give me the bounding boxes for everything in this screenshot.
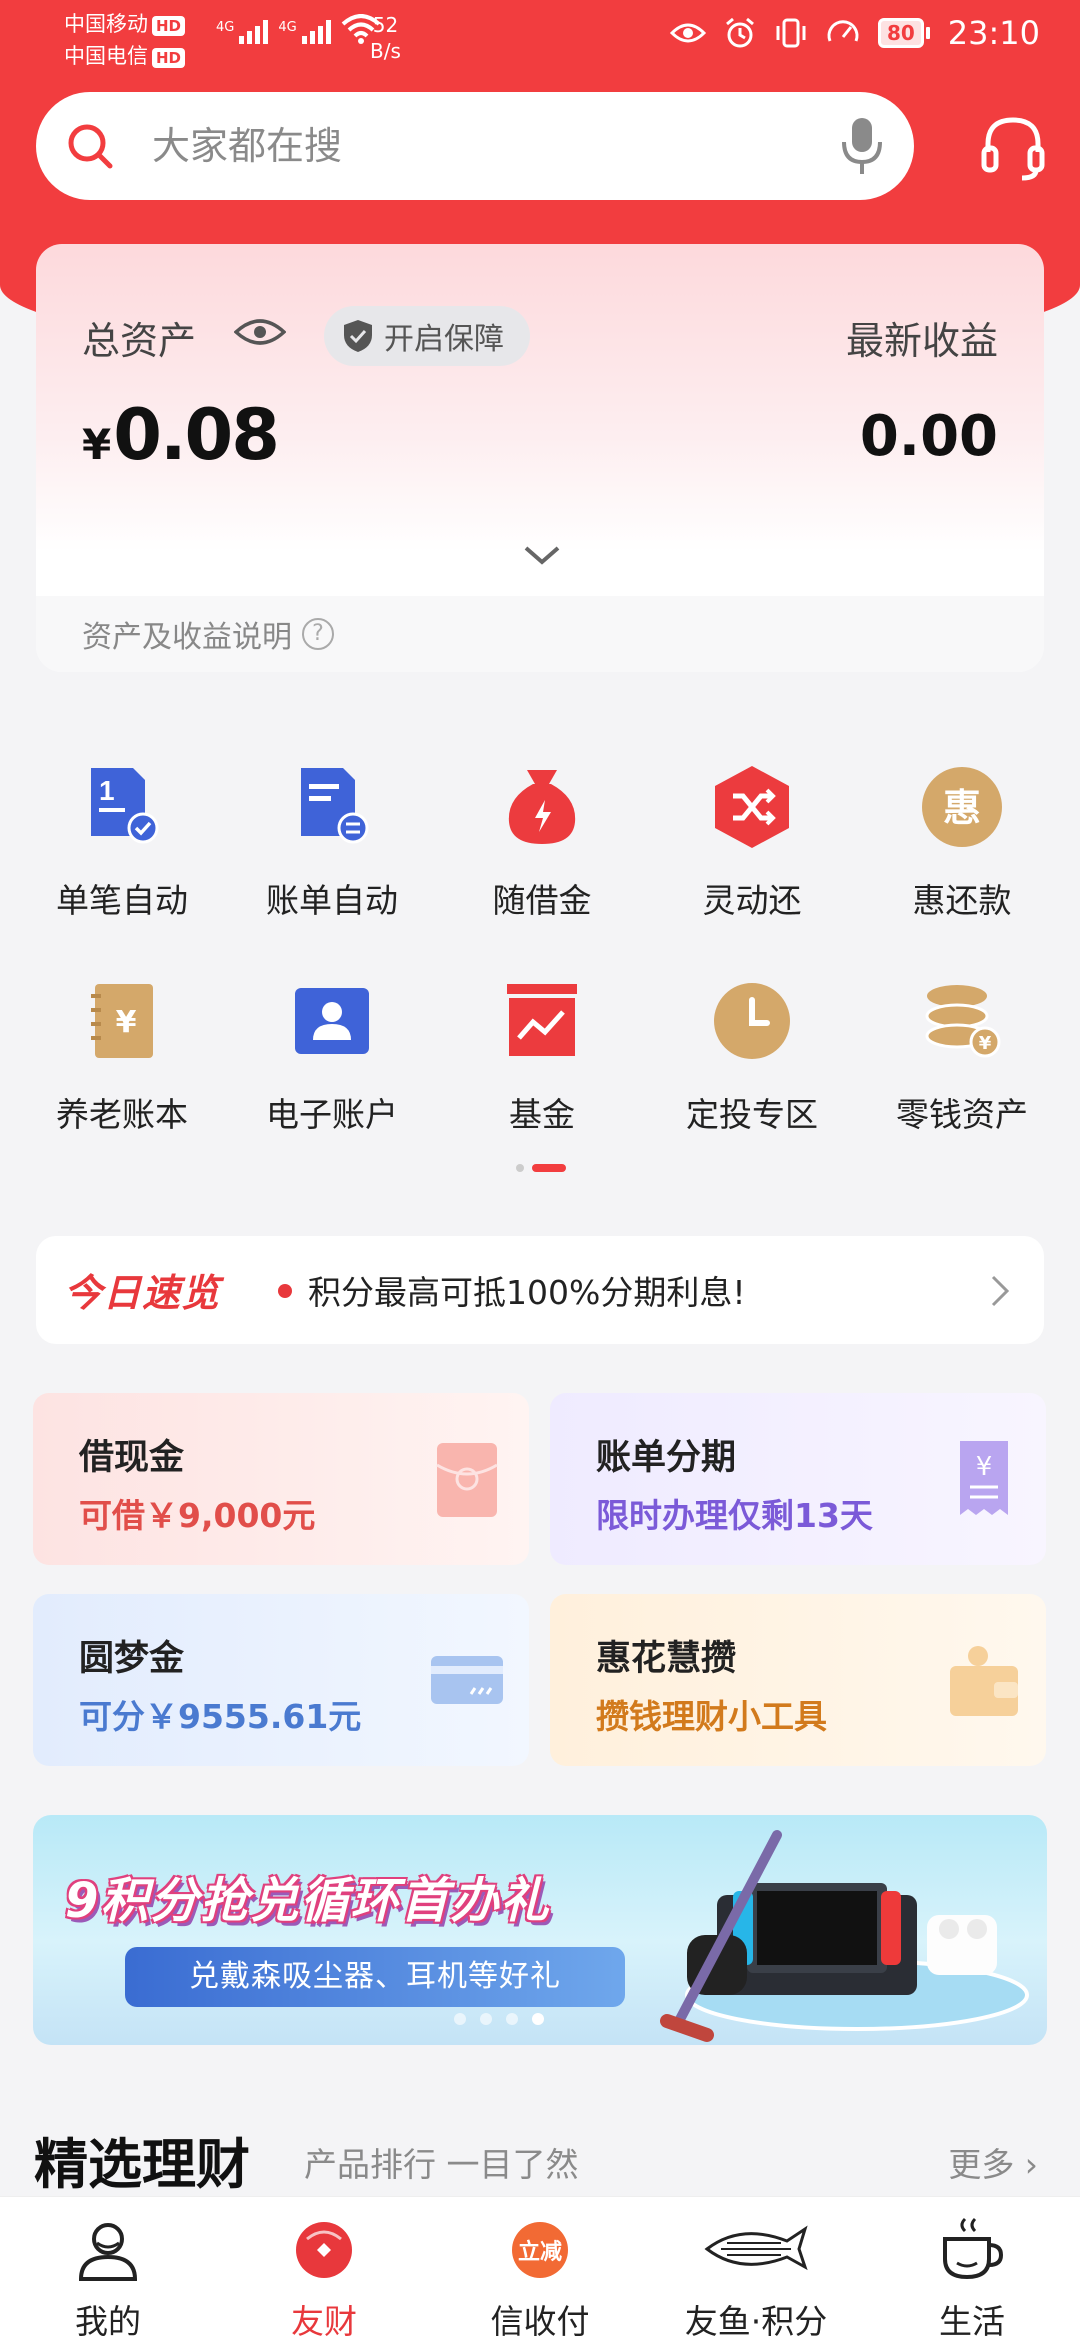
section-subtitle: 产品排行 一目了然 (304, 2145, 579, 2184)
bottom-tab-bar: 我的 友财 立减 信收付 友鱼·积分 生活 (0, 2196, 1080, 2340)
visibility-eye-icon[interactable] (234, 316, 286, 348)
banner-subline: 兑戴森吸尘器、耳机等好礼 (125, 1947, 625, 2007)
svg-text:立减: 立减 (518, 2239, 562, 2265)
card-yuanmengjin[interactable]: 圆梦金 可分￥9555.61元 (33, 1594, 529, 1766)
service-pension-book[interactable]: ¥ 养老账本 (17, 976, 227, 1136)
fish-icon (704, 2225, 808, 2271)
service-lingdonghuan[interactable]: 灵动还 (647, 762, 857, 922)
banner-headline: 9积分抢兑循环首办礼 (65, 1873, 551, 1929)
help-icon: ? (302, 618, 334, 650)
promo-banner[interactable]: 9积分抢兑循环首办礼 兑戴森吸尘器、耳机等好礼 (33, 1815, 1047, 2045)
service-suijiejin[interactable]: 随借金 (437, 762, 647, 922)
carrier-1: 中国移动 (64, 12, 148, 36)
chevron-down-icon[interactable] (522, 540, 562, 570)
search-placeholder: 大家都在搜 (152, 124, 343, 168)
latest-earnings-value: 0.00 (859, 404, 998, 469)
receipt-icon: ¥ (960, 1441, 1008, 1515)
e-account-icon (295, 988, 369, 1054)
tab-xinshoufu[interactable]: 立减 信收付 (450, 2215, 630, 2340)
signal-indicators: 4G 4G (216, 14, 381, 44)
coin-stack-icon: ¥ (925, 985, 1001, 1058)
tab-youcai[interactable]: 友财 (234, 2215, 414, 2340)
status-bar: 中国移动 HD 中国电信 HD 4G 4G 52 B/s 80 23:10 (0, 0, 1080, 80)
clock-time: 23:10 (947, 14, 1040, 52)
microphone-icon[interactable] (840, 116, 884, 176)
service-fund[interactable]: 基金 (437, 976, 647, 1136)
single-auto-icon: 1 (91, 768, 159, 844)
card-bill-installment[interactable]: 账单分期 限时办理仅剩13天 ¥ (550, 1393, 1046, 1565)
network-speed: 52 B/s (370, 13, 401, 63)
section-title: 精选理财 (34, 2133, 250, 2196)
vibrate-icon (776, 18, 806, 48)
pension-book-icon: ¥ (91, 984, 153, 1058)
svg-text:¥: ¥ (979, 1033, 992, 1054)
daily-overview-tag: 今日速览 (64, 1271, 221, 1315)
svg-text:1: 1 (99, 775, 115, 806)
daily-overview-notice[interactable]: 今日速览 积分最高可抵100%分期利息! (36, 1236, 1044, 1344)
service-bill-auto[interactable]: 账单自动 (227, 762, 437, 922)
youcai-icon (296, 2222, 352, 2278)
service-single-auto[interactable]: 1 单笔自动 (17, 762, 227, 922)
tab-mine[interactable]: 我的 (18, 2215, 198, 2340)
money-bag-icon (508, 770, 576, 844)
service-huihuankuan[interactable]: 惠 惠还款 (857, 762, 1067, 922)
carrier-info: 中国移动 HD 中国电信 HD (64, 8, 186, 72)
svg-text:¥: ¥ (976, 1452, 993, 1482)
svg-text:惠: 惠 (943, 786, 981, 830)
credit-card-icon (431, 1656, 503, 1704)
shuffle-icon (715, 766, 789, 848)
red-envelope-icon (436, 1443, 498, 1517)
assets-explanation-link[interactable]: 资产及收益说明 ? (36, 596, 1044, 672)
tab-youyu-points[interactable]: 友鱼·积分 (666, 2215, 846, 2340)
speed-gauge-icon (827, 20, 859, 42)
protect-label: 开启保障 (384, 322, 504, 357)
shield-check-icon (344, 320, 372, 352)
bullet-dot (278, 1284, 292, 1298)
tab-life[interactable]: 生活 (882, 2215, 1062, 2340)
wallet-icon (950, 1646, 1018, 1716)
more-link[interactable]: 更多 › (948, 2138, 1038, 2186)
notice-message: 积分最高可抵100%分期利息! (308, 1273, 746, 1312)
person-icon (78, 2223, 138, 2281)
eye-comfort-icon (669, 23, 706, 43)
coffee-cup-icon (943, 2217, 1004, 2280)
signal-icon: 4G (216, 20, 269, 44)
alarm-icon (725, 17, 754, 48)
latest-earnings-label: 最新收益 (845, 319, 998, 363)
hui-coin-icon: 惠 (922, 767, 1002, 847)
customer-service-icon[interactable] (978, 112, 1048, 182)
service-e-account[interactable]: 电子账户 (227, 976, 437, 1136)
enable-protection-button[interactable]: 开启保障 (324, 306, 530, 366)
card-huihuahuizan[interactable]: 惠花慧攒 攒钱理财小工具 (550, 1594, 1046, 1766)
search-icon (68, 124, 113, 169)
service-change-assets[interactable]: ¥ 零钱资产 (857, 976, 1067, 1136)
chevron-right-icon (991, 1275, 1010, 1307)
search-bar[interactable]: 大家都在搜 (36, 92, 914, 200)
service-dingtou[interactable]: 定投专区 (647, 976, 857, 1136)
grid-page-indicator (516, 1164, 566, 1172)
svg-text:¥: ¥ (116, 1005, 137, 1040)
hd-badge: HD (152, 48, 186, 68)
assets-card[interactable]: 总资产 开启保障 最新收益 ¥0.08 0.00 资产及收益说明 ? (36, 244, 1044, 672)
total-assets-value: ¥0.08 (82, 394, 280, 476)
hd-badge: HD (152, 16, 186, 36)
clock-icon (714, 983, 790, 1059)
banner-page-indicator (454, 2013, 544, 2025)
signal-icon: 4G (278, 20, 331, 44)
instant-discount-icon: 立减 (512, 2222, 568, 2278)
card-borrow-cash[interactable]: 借现金 可借￥9,000元 (33, 1393, 529, 1565)
total-assets-label: 总资产 (82, 319, 197, 363)
bill-auto-icon (301, 768, 369, 844)
carrier-2: 中国电信 (64, 44, 148, 68)
battery-icon: 80 (877, 18, 930, 48)
status-right: 80 23:10 (669, 14, 1040, 52)
prize-products-image (660, 1830, 1029, 2042)
fund-chart-icon (507, 984, 577, 1056)
